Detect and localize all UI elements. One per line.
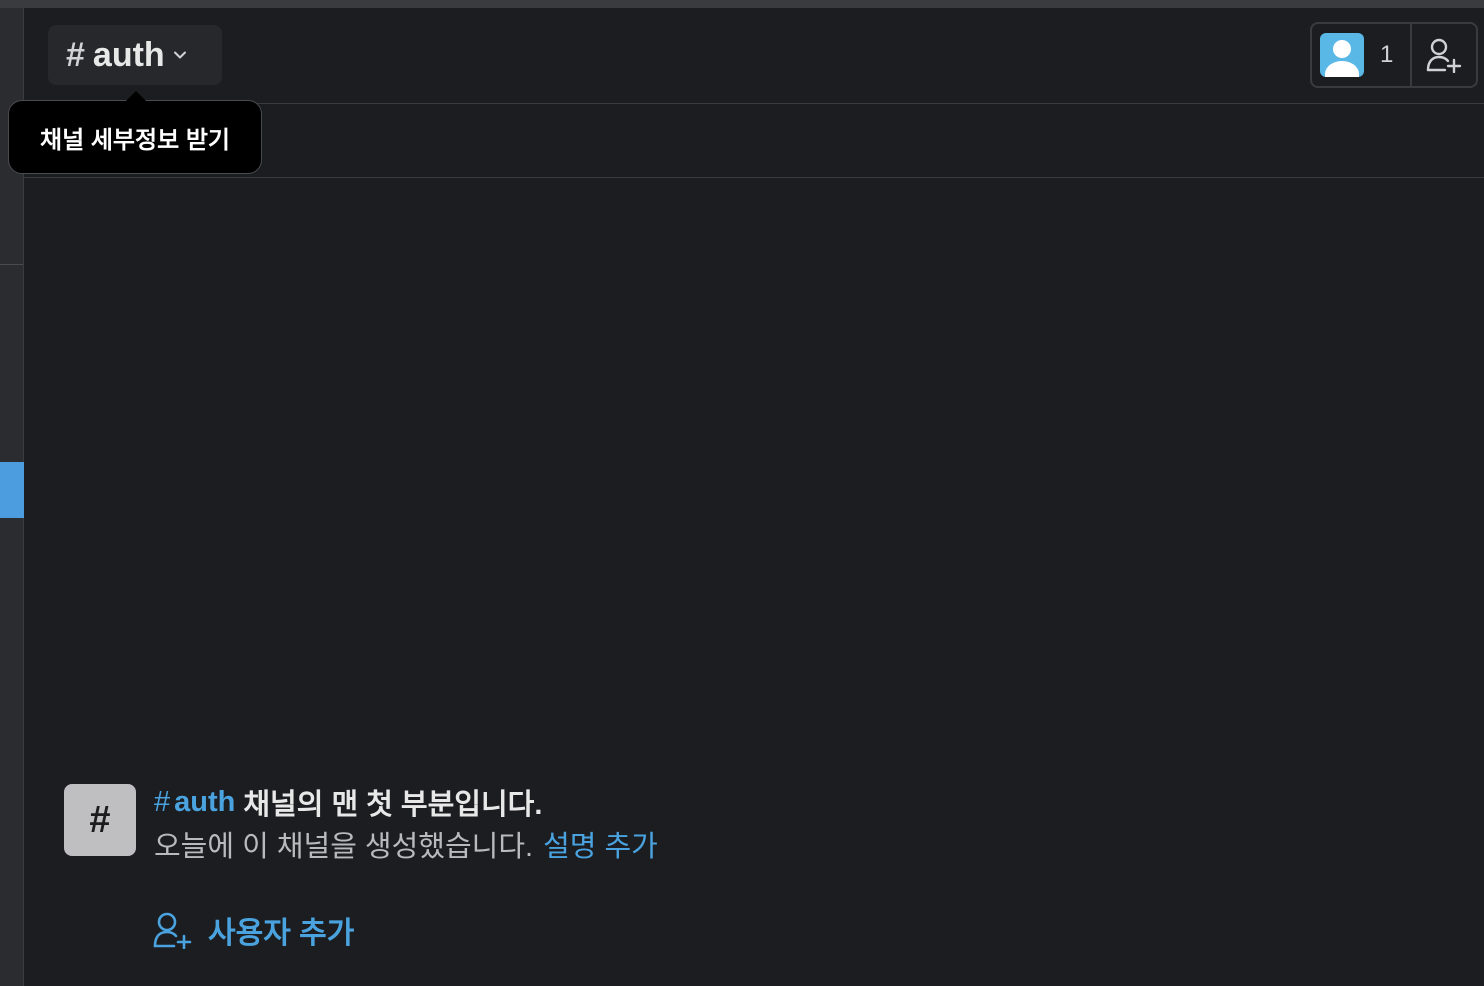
tooltip-arrow	[126, 91, 146, 101]
add-member-button[interactable]	[1412, 24, 1476, 86]
intro-created-text: 오늘에 이 채널을 생성했습니다.	[154, 831, 534, 863]
channel-name: auth	[92, 36, 165, 74]
intro-headline-text: 채널의 맨 첫 부분입니다.	[243, 789, 543, 821]
channel-details-tooltip: 채널 세부정보 받기	[8, 100, 262, 174]
member-count: 1	[1380, 41, 1394, 68]
add-user-icon	[1426, 38, 1462, 73]
intro-headline: # auth 채널의 맨 첫 부분입니다.	[154, 784, 543, 822]
add-description-link[interactable]: 설명 추가	[543, 823, 658, 865]
window-top-bar	[0, 0, 1484, 8]
channel-hash-icon: #	[66, 36, 85, 74]
channel-name-button[interactable]: # auth	[48, 25, 222, 85]
channel-members-group: 1	[1310, 22, 1478, 88]
intro-channel-hash: #	[154, 785, 171, 818]
channel-hash-icon-tile: #	[64, 784, 136, 856]
sidebar-divider	[0, 264, 23, 265]
intro-created-line: 오늘에 이 채널을 생성했습니다. 설명 추가	[154, 823, 658, 865]
add-user-label: 사용자 추가	[208, 917, 355, 950]
add-user-button[interactable]: 사용자 추가	[152, 908, 354, 952]
channel-header: # auth 1	[24, 8, 1484, 104]
members-button[interactable]: 1	[1312, 24, 1412, 86]
avatar-icon	[1320, 33, 1364, 77]
chevron-down-icon	[173, 51, 186, 59]
active-item-marker	[0, 462, 24, 518]
intro-channel-link[interactable]: # auth	[154, 786, 235, 819]
channel-intro: # # auth 채널의 맨 첫 부분입니다. 오늘에 이 채널을 생성했습니다.…	[64, 784, 1464, 984]
intro-channel-name: auth	[174, 785, 236, 818]
add-user-icon	[153, 912, 192, 949]
